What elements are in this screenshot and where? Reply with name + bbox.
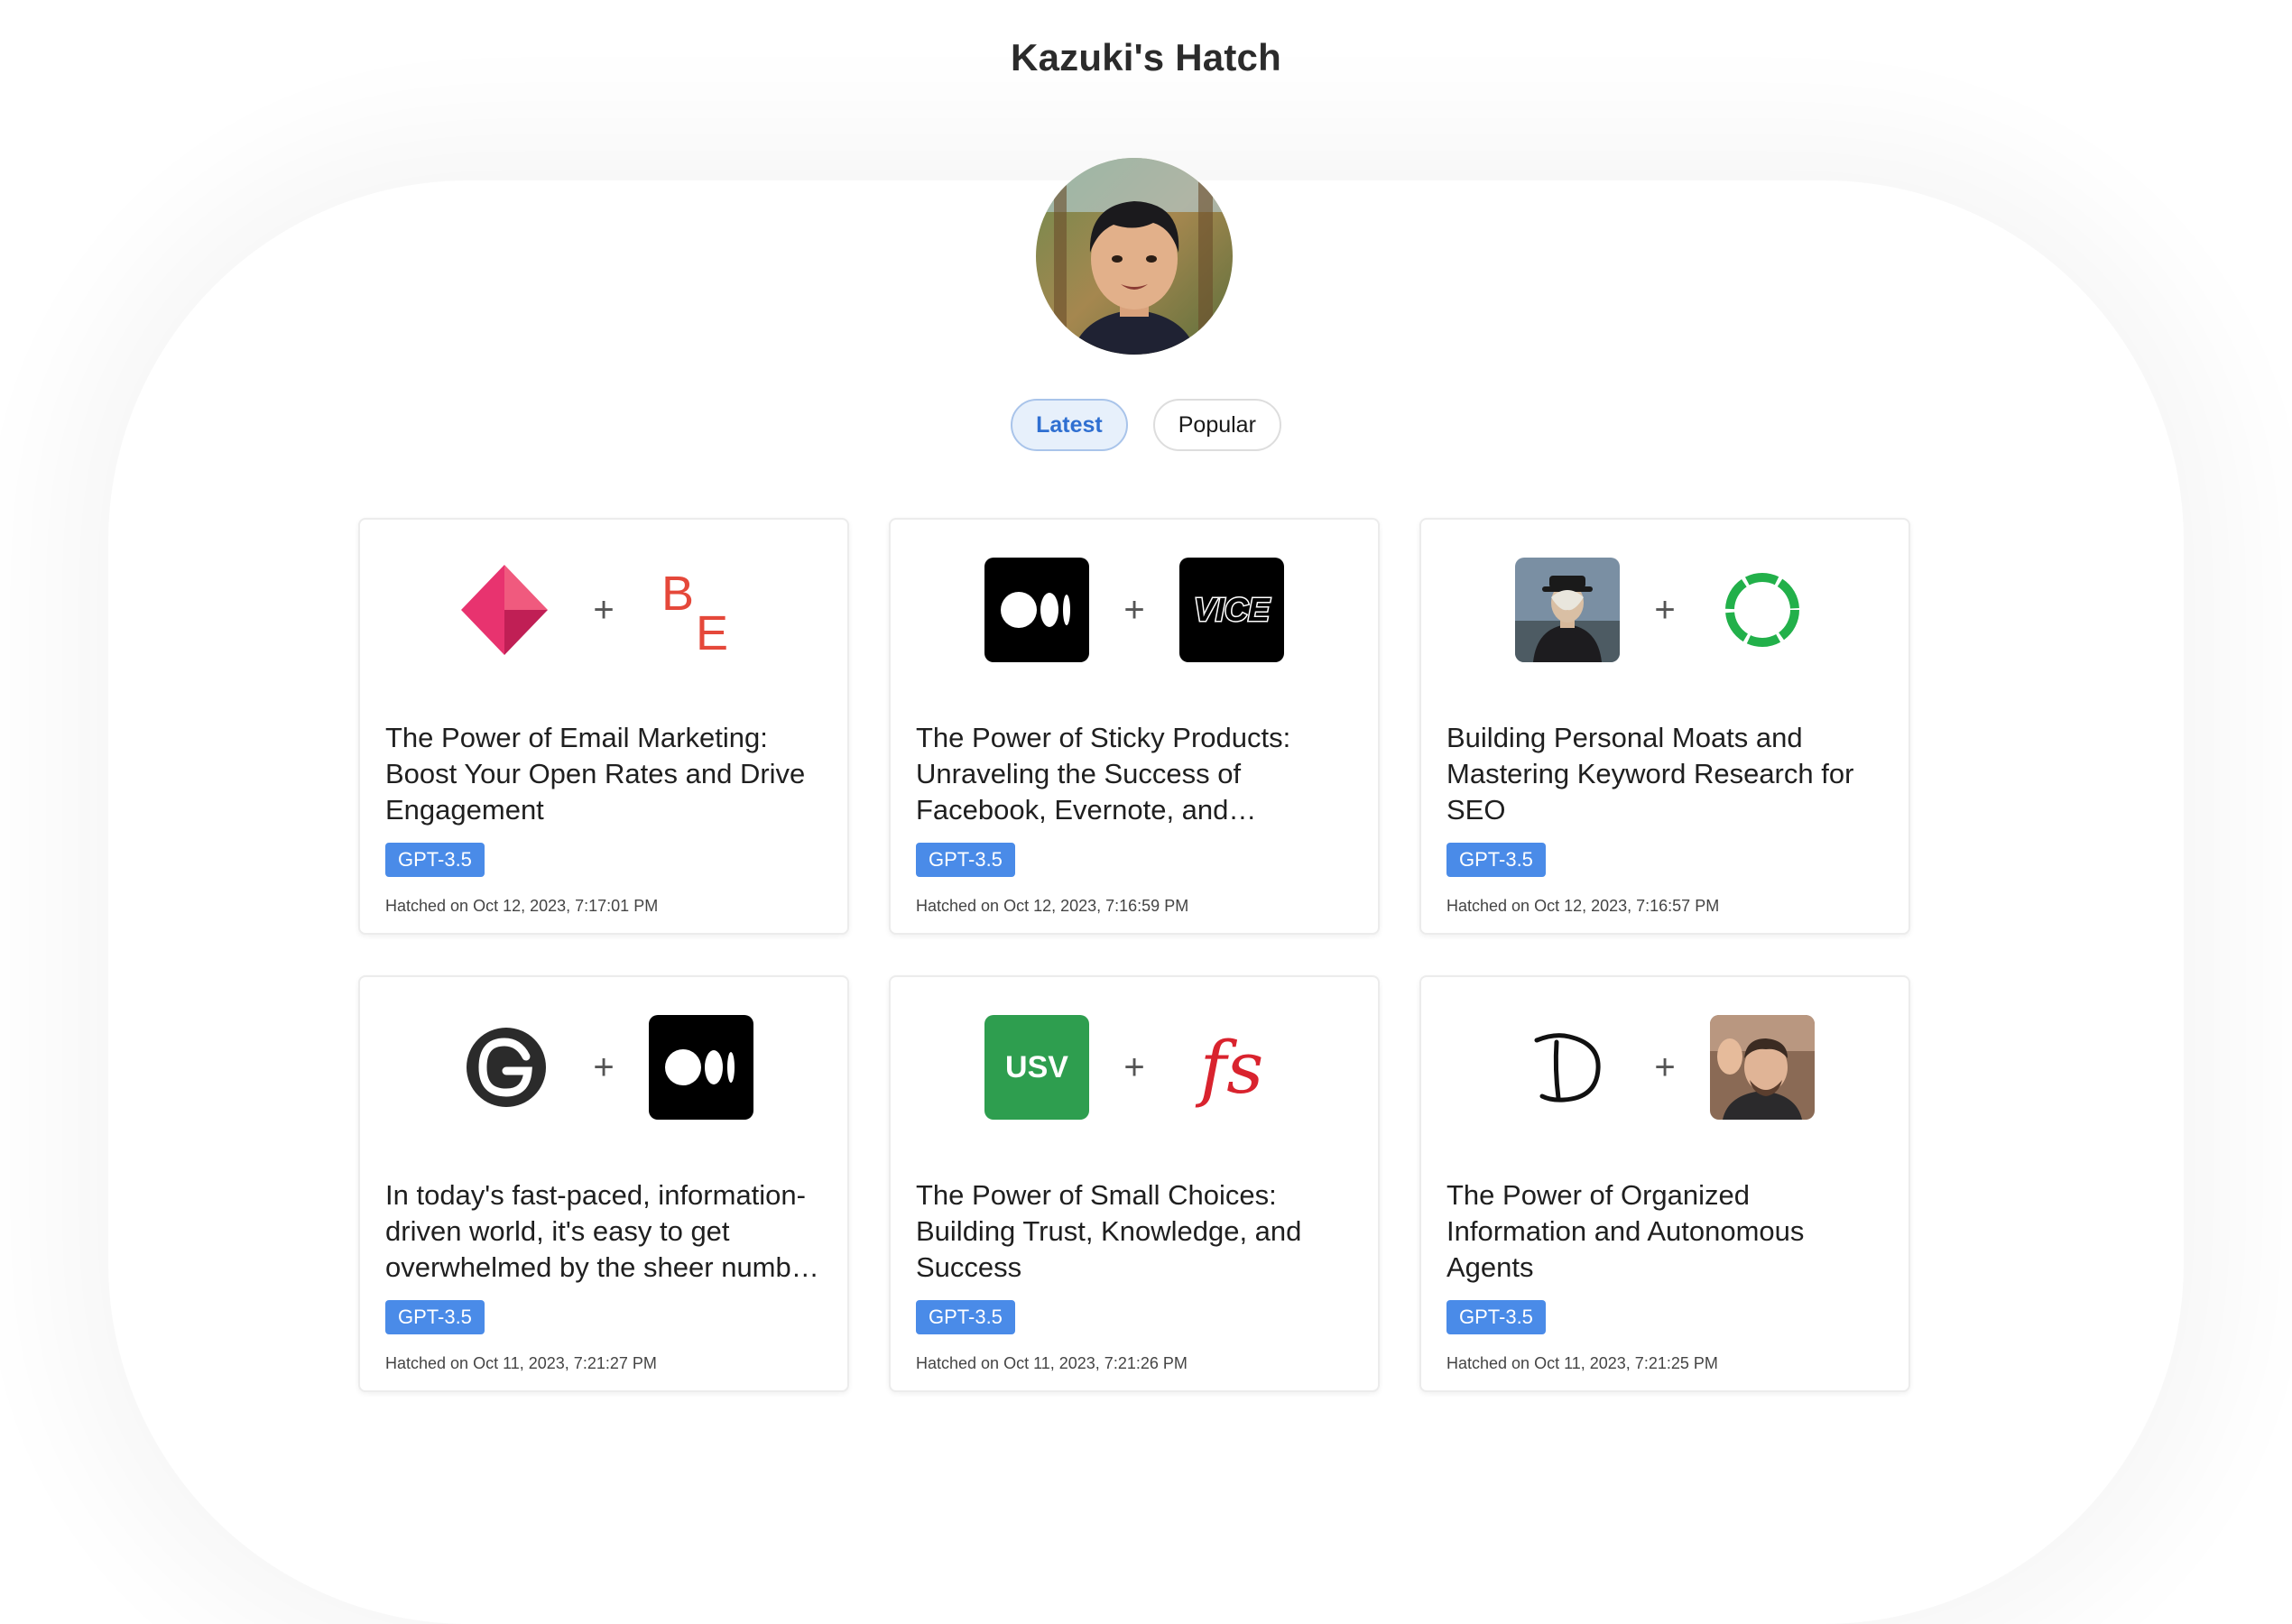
- card-logos: + VICE: [891, 558, 1378, 662]
- card-title: The Power of Small Choices: Building Tru…: [916, 1179, 1302, 1283]
- model-badge: GPT-3.5: [916, 1300, 1015, 1334]
- card-title: The Power of Email Marketing: Boost Your…: [385, 722, 806, 826]
- model-badge: GPT-3.5: [385, 1300, 485, 1334]
- page-title: Kazuki's Hatch: [1011, 36, 1281, 78]
- card-logos: +: [1421, 558, 1908, 662]
- tab-bar: Latest Popular: [0, 399, 2292, 451]
- magritte-portrait: [1515, 558, 1620, 662]
- svg-text:VICE: VICE: [1194, 591, 1271, 628]
- medium-logo: [649, 1015, 753, 1120]
- post-card[interactable]: USV + fs The Power of Small Choices: Bui…: [889, 975, 1380, 1392]
- card-logos: +: [1421, 1015, 1908, 1120]
- post-card[interactable]: + The Power of Organized Information and…: [1419, 975, 1910, 1392]
- medium-logo: [984, 558, 1089, 662]
- hatched-date: Hatched on Oct 12, 2023, 7:17:01 PM: [385, 897, 659, 915]
- hatched-date: Hatched on Oct 12, 2023, 7:16:59 PM: [916, 897, 1189, 915]
- person-waving-photo: [1710, 1015, 1815, 1120]
- handwritten-d-logo: [1515, 1015, 1620, 1120]
- tab-popular[interactable]: Popular: [1152, 399, 1281, 451]
- avatar: [1036, 158, 1233, 355]
- hatched-date: Hatched on Oct 11, 2023, 7:21:25 PM: [1446, 1354, 1718, 1372]
- post-card[interactable]: + VICE The Power of Sticky Products: Unr…: [889, 518, 1380, 935]
- plus-icon: +: [593, 589, 615, 630]
- be-logo: B E: [649, 558, 753, 662]
- hatched-date: Hatched on Oct 11, 2023, 7:21:27 PM: [385, 1354, 657, 1372]
- usv-logo-text: USV: [1005, 1049, 1068, 1084]
- usv-logo: USV: [984, 1015, 1089, 1120]
- hatched-date: Hatched on Oct 12, 2023, 7:16:57 PM: [1446, 897, 1720, 915]
- green-ring-logo: [1710, 558, 1815, 662]
- hatched-date: Hatched on Oct 11, 2023, 7:21:26 PM: [916, 1354, 1188, 1372]
- plus-icon: +: [1654, 1047, 1676, 1087]
- fs-logo: fs: [1179, 1015, 1284, 1120]
- svg-text:E: E: [696, 606, 728, 660]
- tab-latest[interactable]: Latest: [1011, 399, 1128, 451]
- plus-icon: +: [1123, 589, 1145, 630]
- vice-logo: VICE: [1179, 558, 1284, 662]
- pink-diamond-logo: [454, 558, 559, 662]
- model-badge: GPT-3.5: [1446, 843, 1546, 877]
- card-title: In today's fast-paced, information-drive…: [385, 1179, 817, 1283]
- svg-text:B: B: [661, 567, 694, 621]
- card-title: Building Personal Moats and Mastering Ke…: [1446, 722, 1854, 826]
- fs-logo-text: fs: [1199, 1025, 1264, 1110]
- plus-icon: +: [593, 1047, 615, 1087]
- circle-g-logo: [454, 1015, 559, 1120]
- model-badge: GPT-3.5: [1446, 1300, 1546, 1334]
- card-logos: + B E: [360, 558, 847, 662]
- avatar-photo: [1036, 158, 1233, 355]
- card-logos: USV + fs: [891, 1015, 1378, 1120]
- post-card[interactable]: + Building Personal Moats and Mastering …: [1419, 518, 1910, 935]
- plus-icon: +: [1123, 1047, 1145, 1087]
- model-badge: GPT-3.5: [916, 843, 1015, 877]
- card-logos: +: [360, 1015, 847, 1120]
- card-title: The Power of Sticky Products: Unraveling…: [916, 722, 1291, 826]
- plus-icon: +: [1654, 589, 1676, 630]
- card-title: The Power of Organized Information and A…: [1446, 1179, 1805, 1283]
- post-card[interactable]: + B E The Power of Email Marketing: Boos…: [358, 518, 849, 935]
- post-card[interactable]: + In today's fast-paced, information-dri…: [358, 975, 849, 1392]
- model-badge: GPT-3.5: [385, 843, 485, 877]
